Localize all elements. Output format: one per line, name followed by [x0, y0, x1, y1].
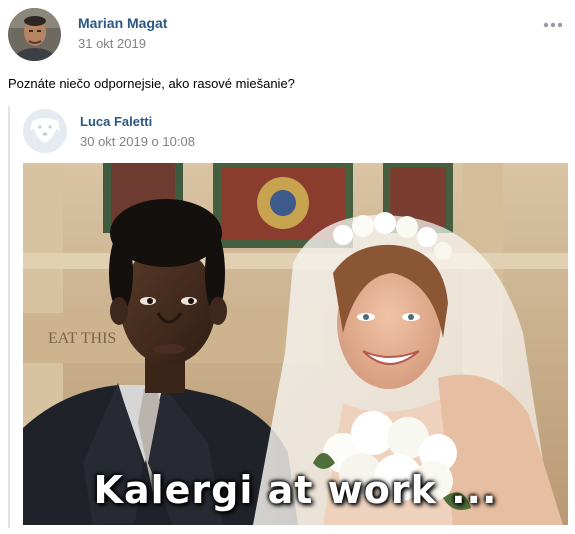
post-more-button[interactable]: [540, 16, 566, 34]
repost-author-name[interactable]: Luca Faletti: [80, 114, 152, 129]
author-avatar[interactable]: [8, 8, 61, 61]
background-sign-text: EAT THIS: [48, 330, 116, 347]
more-horizontal-icon: [543, 22, 563, 28]
post-date[interactable]: 31 okt 2019: [78, 36, 146, 51]
repost-author-avatar[interactable]: [23, 109, 67, 153]
deactivated-dog-icon: [23, 109, 67, 153]
post-text: Poznáte niečo odpornejsie, ako rasové mi…: [8, 76, 295, 91]
post-photo[interactable]: EAT THIS Kalergi at work ...: [23, 163, 568, 525]
author-avatar-image: [8, 8, 61, 61]
photo-caption: Kalergi at work ...: [93, 468, 498, 512]
repost-divider: [8, 106, 10, 528]
post-author-name[interactable]: Marian Magat: [78, 15, 167, 31]
repost-date[interactable]: 30 okt 2019 o 10:08: [80, 134, 195, 149]
wall-post: Marian Magat 31 okt 2019 Poznáte niečo o…: [0, 0, 575, 534]
